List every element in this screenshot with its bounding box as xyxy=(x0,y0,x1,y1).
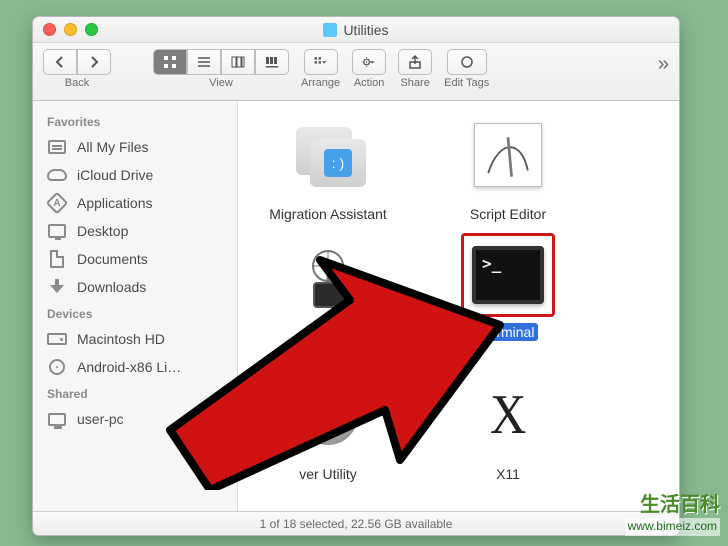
disc-icon xyxy=(47,358,67,376)
sidebar-item-androidx86[interactable]: Android-x86 Li… xyxy=(33,353,237,381)
watermark-url: www.bimeiz.com xyxy=(625,518,720,536)
sidebar-item-allmyfiles[interactable]: All My Files xyxy=(33,133,237,161)
toolbar-overflow-button[interactable]: » xyxy=(658,53,669,76)
sidebar-item-label: Applications xyxy=(77,195,153,211)
window-title: Utilities xyxy=(33,22,679,38)
icon-grid: : ) Migration Assistant Script Editor xyxy=(238,101,679,493)
cloud-icon xyxy=(47,166,67,184)
app-system-information[interactable] xyxy=(248,237,408,341)
list-view-button[interactable] xyxy=(187,49,221,75)
sidebar-item-label: All My Files xyxy=(77,139,149,155)
sidebar: Favorites All My Files iCloud Drive Appl… xyxy=(33,101,238,511)
downloads-icon xyxy=(47,278,67,296)
system-information-icon xyxy=(284,237,372,325)
titlebar: Utilities xyxy=(33,17,679,43)
app-script-editor[interactable]: Script Editor xyxy=(428,111,588,223)
window-title-text: Utilities xyxy=(343,22,388,38)
back-button[interactable] xyxy=(43,49,77,75)
toolbar: Back View Arrange Action Share xyxy=(33,43,679,101)
view-label: View xyxy=(209,77,233,89)
sidebar-section-devices: Devices xyxy=(33,301,237,325)
app-x11[interactable]: X X11 xyxy=(428,371,588,483)
app-voiceover-utility[interactable]: ver Utility xyxy=(248,371,408,483)
sidebar-item-userpc[interactable]: user-pc xyxy=(33,405,237,433)
annotation-highlight-box xyxy=(461,233,555,317)
sidebar-section-shared: Shared xyxy=(33,381,237,405)
edittags-label: Edit Tags xyxy=(444,77,489,89)
coverflow-view-button[interactable] xyxy=(255,49,289,75)
sidebar-item-label: Desktop xyxy=(77,223,128,239)
sidebar-item-label: Macintosh HD xyxy=(77,331,165,347)
action-label: Action xyxy=(354,77,385,89)
applications-icon xyxy=(47,194,67,212)
x11-icon: X xyxy=(464,371,552,459)
arrange-label: Arrange xyxy=(301,77,340,89)
app-label: ver Utility xyxy=(295,465,361,483)
sidebar-item-label: Android-x86 Li… xyxy=(77,359,181,375)
app-label: Migration Assistant xyxy=(265,205,391,223)
window-body: Favorites All My Files iCloud Drive Appl… xyxy=(33,101,679,511)
action-button[interactable] xyxy=(352,49,386,75)
app-label: Script Editor xyxy=(466,205,550,223)
sidebar-item-label: user-pc xyxy=(77,411,124,427)
migration-assistant-icon: : ) xyxy=(284,111,372,199)
sidebar-item-macintoshhd[interactable]: Macintosh HD xyxy=(33,325,237,353)
share-group: Share xyxy=(398,49,432,89)
edittags-group: Edit Tags xyxy=(444,49,489,89)
sidebar-item-desktop[interactable]: Desktop xyxy=(33,217,237,245)
back-label: Back xyxy=(65,77,89,89)
app-terminal[interactable]: Terminal xyxy=(428,233,588,341)
nav-buttons-group: Back xyxy=(43,49,111,89)
edittags-button[interactable] xyxy=(447,49,487,75)
finder-window: Utilities Back View Arrange xyxy=(32,16,680,536)
documents-icon xyxy=(47,250,67,268)
monitor-icon xyxy=(47,410,67,428)
view-buttons-group: View xyxy=(153,49,289,89)
column-view-button[interactable] xyxy=(221,49,255,75)
app-migration-assistant[interactable]: : ) Migration Assistant xyxy=(248,111,408,223)
action-group: Action xyxy=(352,49,386,89)
script-editor-icon xyxy=(464,111,552,199)
sidebar-item-label: Documents xyxy=(77,251,148,267)
app-label xyxy=(324,331,332,333)
sidebar-item-icloud[interactable]: iCloud Drive xyxy=(33,161,237,189)
folder-icon xyxy=(323,23,337,37)
desktop-icon xyxy=(47,222,67,240)
arrange-button[interactable] xyxy=(304,49,338,75)
watermark: 生活百科 www.bimeiz.com xyxy=(625,492,720,536)
app-label: Terminal xyxy=(478,323,539,341)
sidebar-section-favorites: Favorites xyxy=(33,109,237,133)
voiceover-utility-icon xyxy=(284,371,372,459)
arrange-group: Arrange xyxy=(301,49,340,89)
app-label: X11 xyxy=(492,465,524,483)
allfiles-icon xyxy=(47,138,67,156)
sidebar-item-documents[interactable]: Documents xyxy=(33,245,237,273)
terminal-icon xyxy=(468,240,548,310)
sidebar-item-label: Downloads xyxy=(77,279,146,295)
watermark-text-cn: 生活百科 xyxy=(625,492,720,518)
sidebar-item-downloads[interactable]: Downloads xyxy=(33,273,237,301)
sidebar-item-applications[interactable]: Applications xyxy=(33,189,237,217)
share-label: Share xyxy=(400,77,429,89)
share-button[interactable] xyxy=(398,49,432,75)
sidebar-item-label: iCloud Drive xyxy=(77,167,153,183)
content-area[interactable]: : ) Migration Assistant Script Editor xyxy=(238,101,679,511)
harddisk-icon xyxy=(47,330,67,348)
status-bar: 1 of 18 selected, 22.56 GB available xyxy=(33,511,679,535)
forward-button[interactable] xyxy=(77,49,111,75)
status-text: 1 of 18 selected, 22.56 GB available xyxy=(260,517,453,531)
icon-view-button[interactable] xyxy=(153,49,187,75)
